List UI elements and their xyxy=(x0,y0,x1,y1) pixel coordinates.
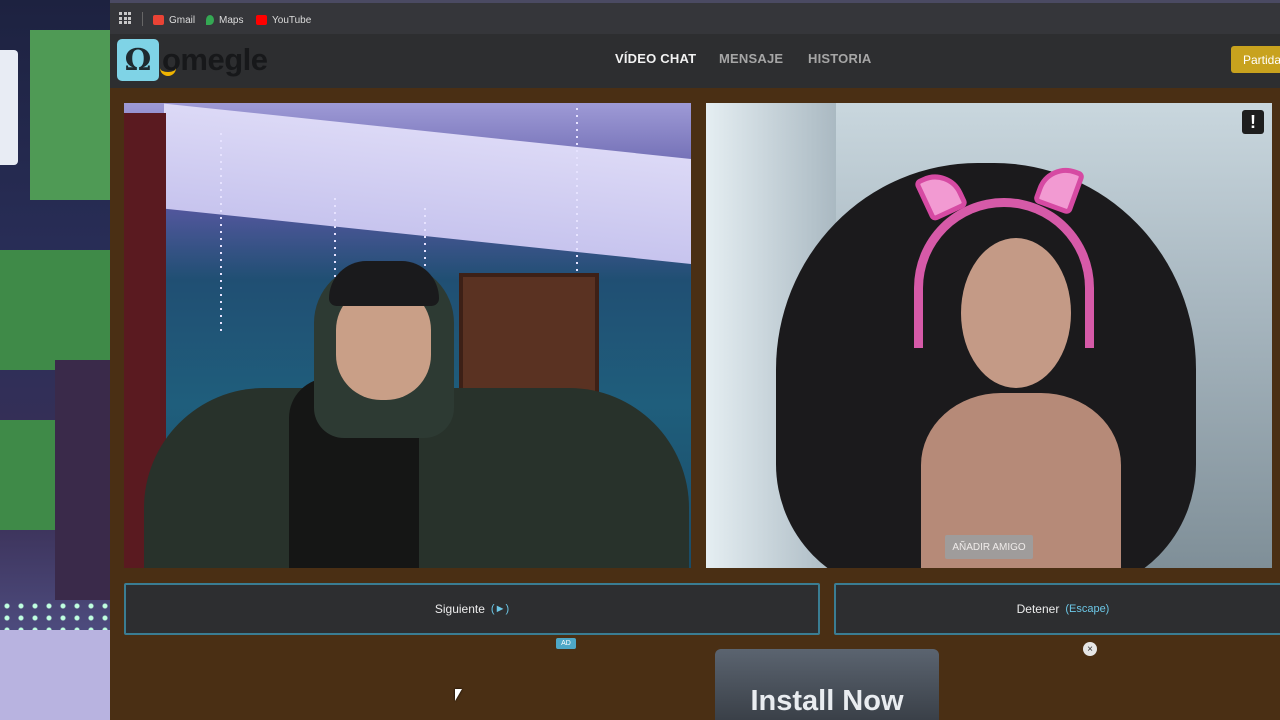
tree-trunk xyxy=(55,360,110,600)
close-icon[interactable]: × xyxy=(1083,642,1097,656)
person-hair xyxy=(329,261,439,306)
bookmark-label: Gmail xyxy=(169,14,196,26)
ad-badge: AD xyxy=(556,638,576,649)
logo-text: omegle xyxy=(160,42,268,78)
snow-ground xyxy=(0,630,110,720)
stop-button[interactable]: Detener (Escape) xyxy=(834,583,1280,635)
gmail-icon xyxy=(153,15,164,25)
apps-grid-icon[interactable] xyxy=(119,12,131,24)
nav-video-chat[interactable]: VÍDEO CHAT xyxy=(615,51,696,66)
string-lights xyxy=(0,600,110,630)
bookmark-maps[interactable]: Maps xyxy=(206,12,243,28)
bookmark-youtube[interactable]: YouTube xyxy=(256,12,311,28)
next-button[interactable]: Siguiente (►) xyxy=(124,583,820,635)
site-header: Ω omegle VÍDEO CHAT MENSAJE HISTORIA Par… xyxy=(110,34,1280,88)
add-friend-button[interactable]: AÑADIR AMIGO xyxy=(945,535,1033,559)
report-button[interactable]: ! xyxy=(1242,110,1264,134)
omegle-logo[interactable]: Ω omegle xyxy=(117,39,268,81)
next-label: Siguiente xyxy=(434,602,485,616)
local-video xyxy=(124,103,691,568)
stranger-video: ! AÑADIR AMIGO xyxy=(706,103,1272,568)
bookmarks-separator xyxy=(142,12,143,26)
next-shortcut: (►) xyxy=(490,603,510,615)
browser-window: Gmail Maps YouTube Ω omegle VÍDEO CHAT M… xyxy=(110,0,1280,720)
tree-leaves xyxy=(0,250,110,370)
nav-mensaje[interactable]: MENSAJE xyxy=(719,51,783,66)
bookmarks-bar: Gmail Maps YouTube xyxy=(110,0,1280,34)
bookmark-label: YouTube xyxy=(272,14,312,26)
maps-icon xyxy=(206,15,214,25)
tree-leaves xyxy=(30,30,110,200)
stop-label: Detener xyxy=(1016,602,1060,616)
logo-wordmark: omegle xyxy=(162,42,268,77)
bookmark-label: Maps xyxy=(219,14,244,26)
desktop-wallpaper xyxy=(0,0,110,720)
omega-logo-icon: Ω xyxy=(117,39,159,81)
install-now-ad[interactable]: Install Now xyxy=(715,649,939,720)
stop-shortcut: (Escape) xyxy=(1065,603,1110,615)
nav-historia[interactable]: HISTORIA xyxy=(808,51,871,66)
led-string xyxy=(220,133,222,333)
partida-button[interactable]: Partida xyxy=(1231,46,1280,73)
moon-shape xyxy=(0,50,18,165)
tree-leaves xyxy=(0,420,55,530)
bookmark-gmail[interactable]: Gmail xyxy=(153,12,195,28)
mouse-cursor-icon xyxy=(455,689,462,701)
youtube-icon xyxy=(256,15,267,25)
ceiling-shape xyxy=(164,103,691,268)
